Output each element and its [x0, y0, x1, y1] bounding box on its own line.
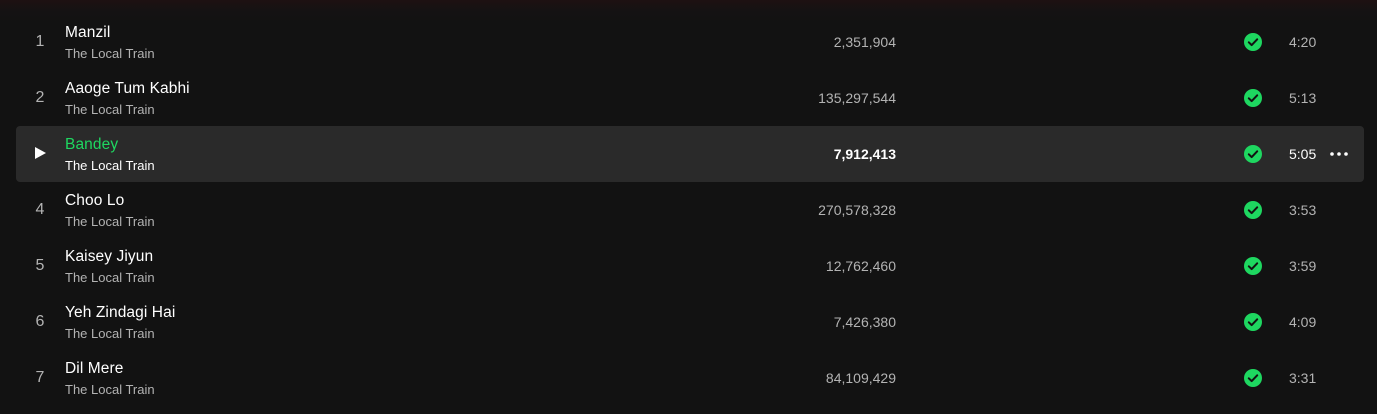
check-circle-icon[interactable] — [1244, 369, 1262, 387]
track-artist[interactable]: The Local Train — [65, 158, 155, 173]
track-play-count: 7,912,413 — [833, 146, 896, 162]
track-play-count: 270,578,328 — [818, 202, 896, 218]
track-duration: 4:20 — [1289, 34, 1317, 50]
track-artist[interactable]: The Local Train — [65, 326, 155, 341]
track-title[interactable]: Dil Mere — [65, 360, 124, 378]
track-title[interactable]: Yeh Zindagi Hai — [65, 304, 175, 322]
track-play-count: 12,762,460 — [825, 258, 896, 274]
track-duration: 4:09 — [1289, 314, 1317, 330]
track-play-count: 7,426,380 — [833, 314, 896, 330]
track-duration: 3:53 — [1289, 202, 1317, 218]
track-play-count: 135,297,544 — [818, 90, 896, 106]
check-circle-icon[interactable] — [1244, 33, 1262, 51]
track-title[interactable]: Manzil — [65, 24, 110, 42]
play-icon[interactable] — [35, 147, 46, 159]
track-index: 7 — [35, 369, 45, 386]
track-play-count: 2,351,904 — [833, 34, 896, 50]
track-row[interactable]: 4 Choo Lo The Local Train 270,578,328 3:… — [16, 182, 1364, 238]
track-title[interactable]: Kaisey Jiyun — [65, 248, 153, 266]
track-row[interactable]: 1 Manzil The Local Train 2,351,904 4:20 — [16, 14, 1364, 70]
track-index: 5 — [35, 257, 45, 274]
track-title[interactable]: Choo Lo — [65, 192, 124, 210]
popular-tracks-page: 1 Manzil The Local Train 2,351,904 4:20 … — [0, 0, 1377, 414]
track-row[interactable]: 6 Yeh Zindagi Hai The Local Train 7,426,… — [16, 294, 1364, 350]
check-circle-icon[interactable] — [1244, 145, 1262, 163]
track-title[interactable]: Bandey — [65, 136, 118, 154]
track-artist[interactable]: The Local Train — [65, 46, 155, 61]
track-artist[interactable]: The Local Train — [65, 382, 155, 397]
track-artist[interactable]: The Local Train — [65, 102, 155, 117]
track-row[interactable]: 7 Dil Mere The Local Train 84,109,429 3:… — [16, 350, 1364, 406]
track-index: 1 — [35, 33, 45, 50]
track-artist[interactable]: The Local Train — [65, 214, 155, 229]
track-artist[interactable]: The Local Train — [65, 270, 155, 285]
track-title[interactable]: Aaoge Tum Kabhi — [65, 80, 190, 98]
track-row[interactable]: 5 Kaisey Jiyun The Local Train 12,762,46… — [16, 238, 1364, 294]
track-index: 6 — [35, 313, 45, 330]
track-row[interactable]: 2 Aaoge Tum Kabhi The Local Train 135,29… — [16, 70, 1364, 126]
more-options-icon[interactable] — [1328, 146, 1350, 162]
track-duration: 3:31 — [1289, 370, 1317, 386]
track-row-active[interactable]: Bandey The Local Train 7,912,413 5:05 — [16, 126, 1364, 182]
track-index: 2 — [35, 89, 45, 106]
track-index: 4 — [35, 201, 45, 218]
check-circle-icon[interactable] — [1244, 257, 1262, 275]
check-circle-icon[interactable] — [1244, 201, 1262, 219]
check-circle-icon[interactable] — [1244, 313, 1262, 331]
track-duration: 5:05 — [1289, 146, 1317, 162]
track-play-count: 84,109,429 — [825, 370, 896, 386]
track-duration: 3:59 — [1289, 258, 1317, 274]
track-list: 1 Manzil The Local Train 2,351,904 4:20 … — [16, 14, 1364, 406]
track-duration: 5:13 — [1289, 90, 1317, 106]
check-circle-icon[interactable] — [1244, 89, 1262, 107]
